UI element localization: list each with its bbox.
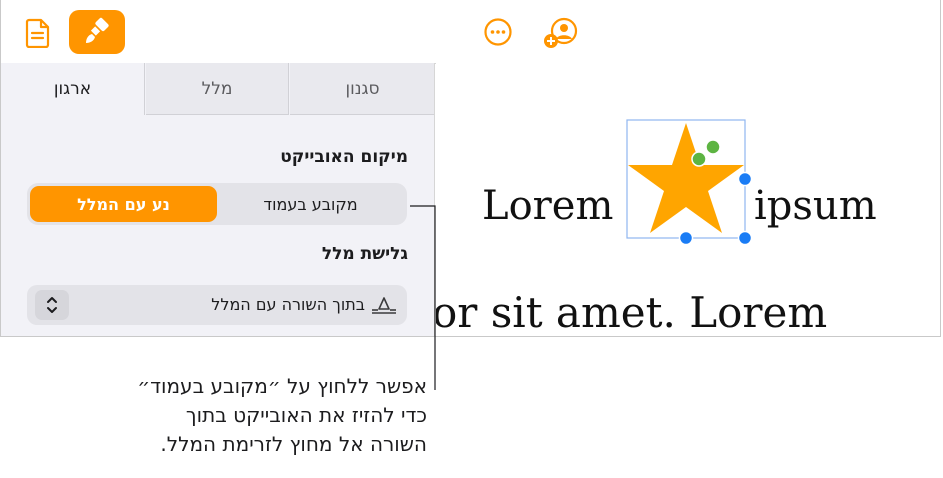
add-person-icon[interactable] bbox=[541, 14, 579, 52]
resize-handle-icon[interactable] bbox=[737, 171, 753, 187]
resize-handle-icon[interactable] bbox=[737, 230, 753, 246]
document-icon[interactable] bbox=[19, 14, 57, 52]
body-text-line[interactable]: or sit amet. Lorem bbox=[436, 288, 827, 336]
star-icon bbox=[628, 123, 744, 233]
stay-on-page-option[interactable]: מקובע בעמוד bbox=[217, 186, 404, 222]
callout-text: אפשר ללחוץ על ״מקובע בעמוד״ כדי להזיז את… bbox=[67, 372, 427, 459]
object-placement-segmented-control: נע עם המלל מקובע בעמוד bbox=[27, 183, 407, 225]
tab-arrange[interactable]: ארגון bbox=[1, 63, 145, 115]
tab-text[interactable]: מלל bbox=[146, 63, 289, 115]
body-text-word[interactable]: ipsum bbox=[754, 183, 877, 229]
adjust-handle-icon[interactable] bbox=[691, 151, 707, 167]
callout-line: השורה אל מחוץ לזרימת המלל. bbox=[160, 432, 427, 456]
inline-wrap-icon bbox=[371, 294, 397, 316]
resize-handle-icon[interactable] bbox=[678, 230, 694, 246]
adjust-handle-icon[interactable] bbox=[705, 139, 721, 155]
callout-line: אפשר ללחוץ על ״מקובע בעמוד״ bbox=[137, 374, 427, 398]
body-text-word[interactable]: Lorem bbox=[482, 183, 613, 229]
text-wrap-select[interactable]: בתוך השורה עם המלל bbox=[27, 285, 407, 325]
text-wrap-title: גלישת מלל bbox=[321, 244, 408, 264]
star-shape[interactable] bbox=[626, 119, 753, 246]
document-canvas[interactable]: Lorem ipsum or sit amet. Lorem bbox=[436, 63, 940, 336]
object-placement-title: מיקום האובייקט bbox=[280, 147, 408, 167]
tab-style[interactable]: סגנון bbox=[290, 63, 434, 115]
callout-line: כדי להזיז את האובייקט בתוך bbox=[185, 403, 427, 427]
ellipsis-circle-icon[interactable] bbox=[482, 16, 514, 48]
toolbar bbox=[1, 0, 940, 64]
up-down-chevron-icon[interactable] bbox=[35, 290, 69, 320]
text-wrap-value: בתוך השורה עם המלל bbox=[211, 295, 365, 314]
paintbrush-icon[interactable] bbox=[69, 10, 125, 54]
format-sidebar: ארגון מלל סגנון מיקום האובייקט נע עם המל… bbox=[1, 63, 435, 336]
move-with-text-option[interactable]: נע עם המלל bbox=[30, 186, 217, 222]
